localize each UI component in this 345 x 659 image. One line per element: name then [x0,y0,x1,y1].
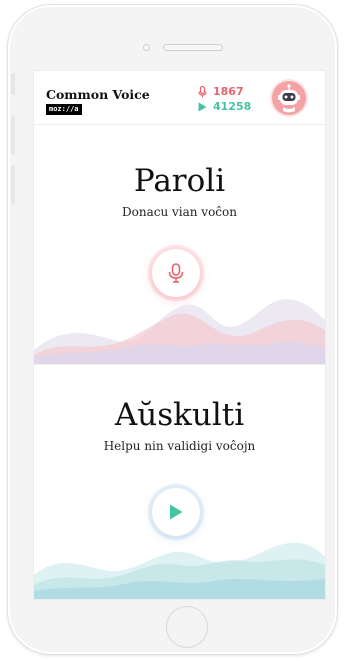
play-icon [170,504,183,520]
play-button[interactable] [152,488,200,536]
microphone-icon [198,85,207,98]
record-button[interactable] [152,249,200,297]
robot-avatar-icon [278,84,300,113]
listen-subtitle: Helpu nin validigi voĉojn [103,439,256,453]
mozilla-logo[interactable]: moz://a [46,104,82,115]
validated-count: 41258 [213,100,252,113]
recorded-stat: 1867 [198,85,244,98]
front-camera [143,44,150,51]
validated-stat: 41258 [198,100,251,113]
recorded-count: 1867 [213,85,244,98]
play-icon [198,102,207,112]
mute-switch [11,73,15,95]
speak-title: Paroli [133,163,226,199]
speak-subtitle: Donacu vian voĉon [122,205,237,219]
app-screen: Common Voice moz://a 1867 41258 Paroli D… [33,70,326,600]
listen-waveform [34,542,325,599]
speak-section: Paroli Donacu vian voĉon [34,125,325,365]
app-header: Common Voice moz://a 1867 41258 [34,71,325,125]
app-title[interactable]: Common Voice [46,87,150,102]
speak-waveform [34,299,325,365]
listen-section: Aŭskulti Helpu nin validigi voĉojn [34,365,325,599]
volume-down-button [11,165,15,205]
earpiece-speaker [163,44,223,51]
microphone-icon [168,263,184,283]
user-avatar[interactable] [272,81,306,115]
listen-title: Aŭskulti [114,397,245,433]
volume-up-button [11,115,15,155]
home-button [166,606,208,648]
